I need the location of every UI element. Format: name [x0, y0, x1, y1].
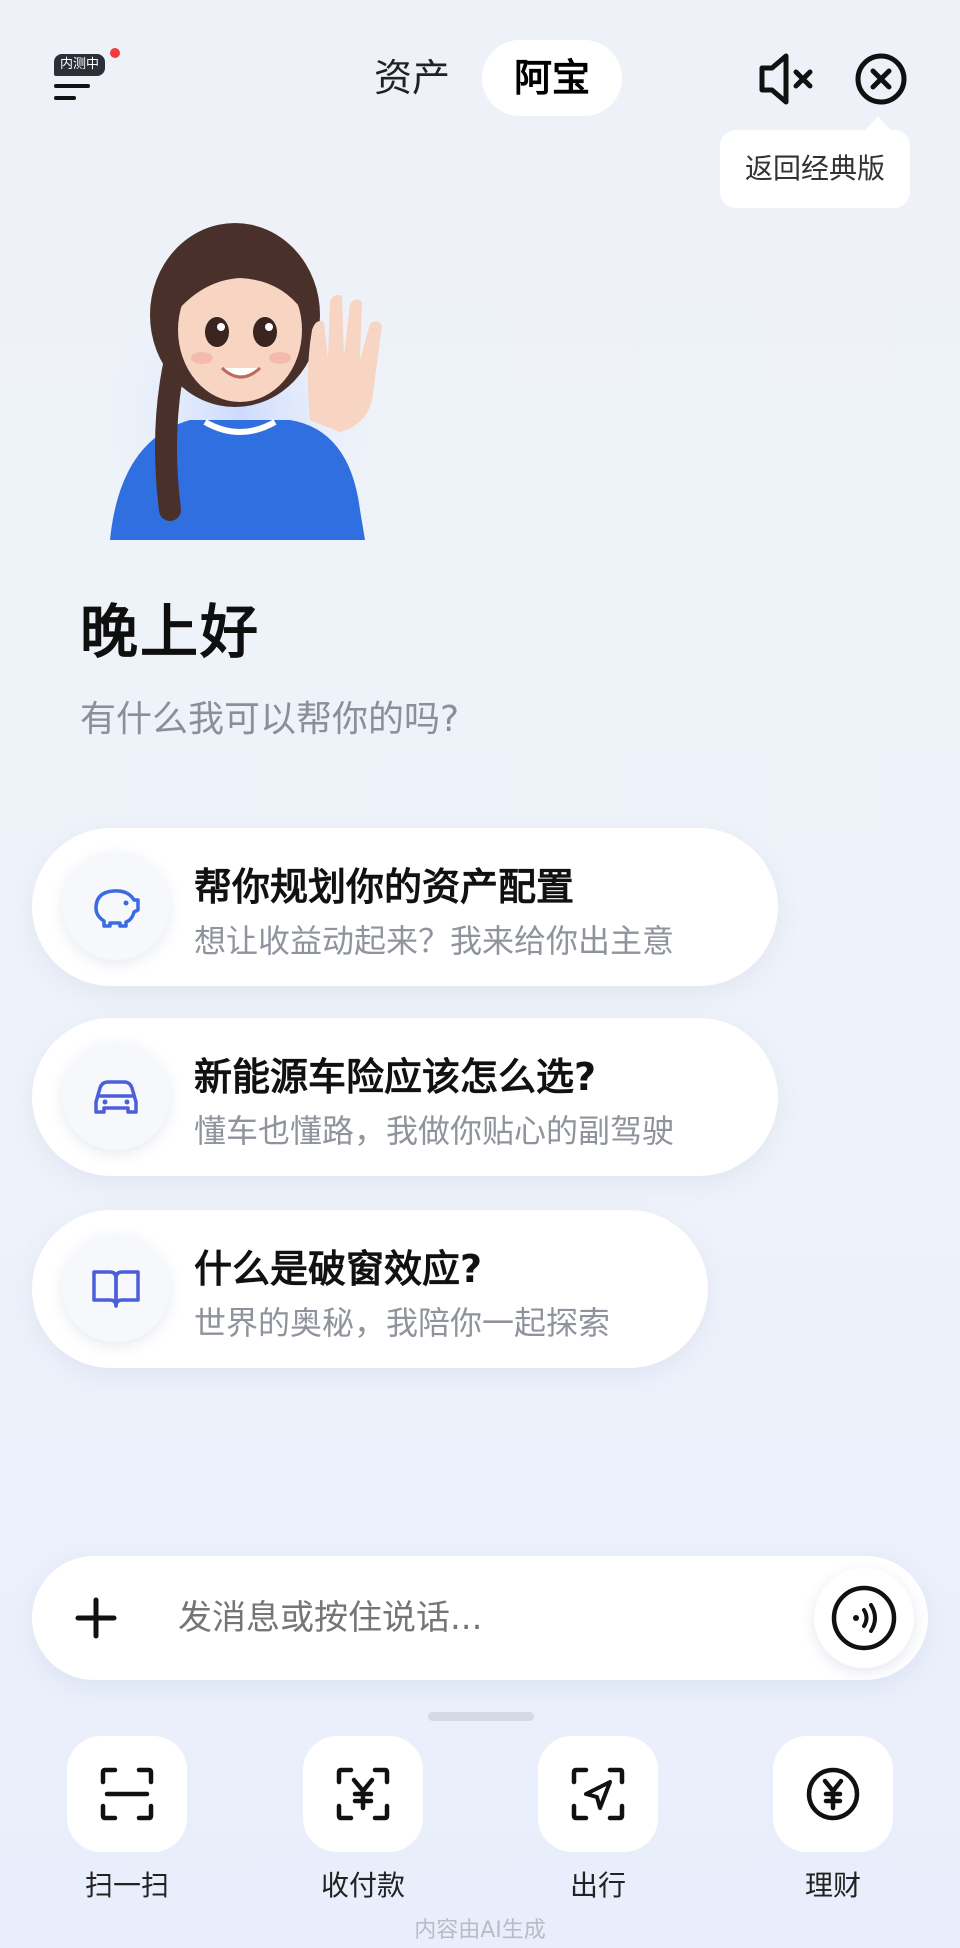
- suggestion-card[interactable]: 帮你规划你的资产配置 想让收益动起来？我来给你出主意: [32, 828, 778, 986]
- dock-item-payment[interactable]: 收付款: [298, 1736, 428, 1904]
- dock-item-wealth[interactable]: 理财: [768, 1736, 898, 1904]
- piggy-bank-icon: [94, 889, 140, 928]
- dock-label: 出行: [569, 1869, 626, 1902]
- close-button[interactable]: [846, 44, 916, 114]
- suggestion-card[interactable]: 什么是破窗效应? 世界的奥秘，我陪你一起探索: [32, 1210, 708, 1368]
- card-icon-wrapper: [62, 852, 170, 960]
- dock-icon-wrapper: [67, 1736, 187, 1852]
- card-icon-wrapper: [62, 1042, 170, 1150]
- card-icon-wrapper: [62, 1234, 170, 1342]
- card-title: 什么是破窗效应?: [194, 1247, 483, 1291]
- close-circle-icon: [855, 53, 907, 105]
- return-classic-tooltip[interactable]: 返回经典版: [720, 130, 910, 208]
- travel-icon: [571, 1767, 625, 1821]
- card-title: 帮你规划你的资产配置: [194, 865, 575, 909]
- card-subtitle: 世界的奥秘，我陪你一起探索: [194, 1304, 611, 1342]
- car-icon: [94, 1080, 138, 1114]
- book-icon: [92, 1270, 140, 1308]
- message-input-bar: [32, 1556, 928, 1680]
- assistant-avatar: [90, 223, 390, 550]
- suggestion-card[interactable]: 新能源车险应该怎么选? 懂车也懂路，我做你贴心的副驾驶: [32, 1018, 778, 1176]
- dock-label: 理财: [804, 1869, 861, 1902]
- message-input[interactable]: [178, 1556, 778, 1680]
- dock-icon-wrapper: [303, 1736, 423, 1852]
- dock-item-travel[interactable]: 出行: [533, 1736, 663, 1904]
- quick-actions-dock: 扫一扫 收付款 出行 理财: [0, 1736, 960, 1906]
- dock-icon-wrapper: [773, 1736, 893, 1852]
- payment-icon: [336, 1767, 390, 1821]
- speaker-muted-icon: [759, 53, 813, 105]
- dock-label: 扫一扫: [84, 1869, 169, 1902]
- card-subtitle: 懂车也懂路，我做你贴心的副驾驶: [194, 1112, 675, 1150]
- add-button[interactable]: [46, 1568, 146, 1668]
- greeting-title: 晚上好: [80, 598, 261, 666]
- tab-abao[interactable]: 阿宝: [482, 40, 622, 116]
- card-subtitle: 想让收益动起来？我来给你出主意: [194, 922, 675, 960]
- dock-item-scan[interactable]: 扫一扫: [62, 1736, 192, 1904]
- drawer-handle[interactable]: [428, 1712, 534, 1721]
- card-title: 新能源车险应该怎么选?: [194, 1055, 597, 1099]
- voice-wave-icon: [831, 1585, 897, 1651]
- tab-assets[interactable]: 资产: [360, 40, 464, 116]
- scan-icon: [100, 1767, 154, 1821]
- dock-label: 收付款: [320, 1869, 405, 1902]
- mute-button[interactable]: [752, 44, 822, 114]
- voice-button[interactable]: [814, 1568, 914, 1668]
- dock-icon-wrapper: [538, 1736, 658, 1852]
- greeting-subtitle: 有什么我可以帮你的吗?: [80, 699, 460, 740]
- wealth-icon: [806, 1767, 860, 1821]
- plus-icon: [75, 1597, 117, 1639]
- ai-disclaimer: 内容由AI生成: [414, 1918, 546, 1943]
